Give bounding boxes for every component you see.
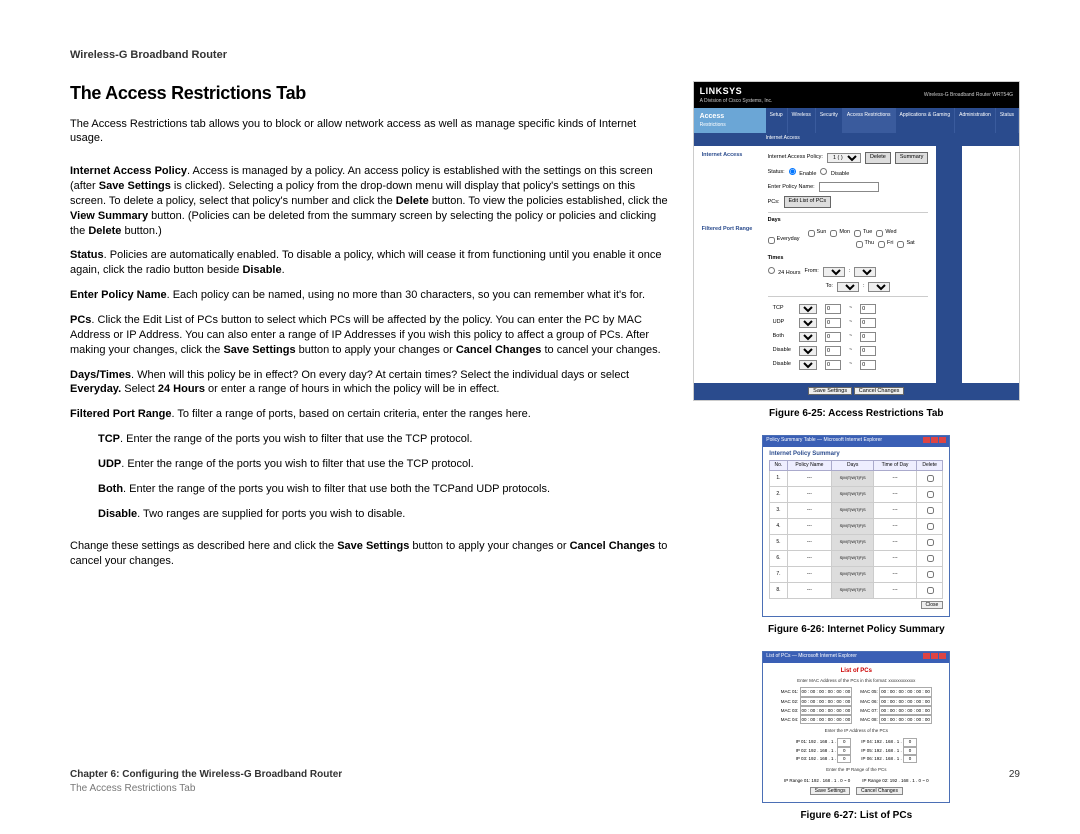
window-controls-icon[interactable] xyxy=(922,653,946,662)
day-checkbox[interactable]: Wed xyxy=(876,229,896,237)
final-paragraph: Change these settings as described here … xyxy=(70,539,669,569)
nav-tab[interactable]: Wireless xyxy=(788,108,816,133)
24hours-radio[interactable]: 24 Hours xyxy=(768,267,801,278)
close-button[interactable]: Close xyxy=(921,601,944,609)
figures-column: LINKSYS A Division of Cisco Systems, Inc… xyxy=(693,81,1020,804)
pcs-paragraph: PCs. Click the Edit List of PCs button t… xyxy=(70,313,669,358)
summary-button[interactable]: Summary xyxy=(895,152,929,164)
day-checkbox[interactable]: Thu xyxy=(856,240,874,248)
day-checkbox[interactable]: Tue xyxy=(854,229,872,237)
cancel-changes-button[interactable]: Cancel Changes xyxy=(854,387,905,395)
figure-6-26-caption: Figure 6-26: Internet Policy Summary xyxy=(693,623,1020,637)
subtab-internet-access[interactable]: Internet Access xyxy=(694,133,1019,146)
policy-name-input[interactable] xyxy=(819,182,879,192)
from-hour-select[interactable] xyxy=(823,267,845,277)
days-paragraph: Days/Times. When will this policy be in … xyxy=(70,368,669,398)
from-min-select[interactable] xyxy=(854,267,876,277)
page-number: 29 xyxy=(1009,768,1020,782)
window-controls-icon[interactable] xyxy=(922,437,946,446)
fpr-paragraph: Filtered Port Range. To filter a range o… xyxy=(70,407,669,422)
figure-6-26: Policy Summary Table — Microsoft Interne… xyxy=(762,435,950,617)
both-paragraph: Both. Enter the range of the ports you w… xyxy=(98,482,669,497)
nav-tab[interactable]: Security xyxy=(816,108,843,133)
main-text-column: The Access Restrictions Tab The Access R… xyxy=(70,81,669,804)
nav-tab[interactable]: Access Restrictions xyxy=(843,108,896,133)
figure-6-25-caption: Figure 6-25: Access Restrictions Tab xyxy=(693,407,1020,421)
tcp-paragraph: TCP. Enter the range of the ports you wi… xyxy=(98,432,669,447)
page-footer: Chapter 6: Configuring the Wireless-G Br… xyxy=(70,768,1020,796)
policy-name-paragraph: Enter Policy Name. Each policy can be na… xyxy=(70,288,669,303)
doc-header: Wireless-G Broadband Router xyxy=(70,48,1020,63)
brand-logo: LINKSYS xyxy=(700,85,773,98)
nav-tab[interactable]: Setup xyxy=(766,108,788,133)
iap-paragraph: Internet Access Policy. Access is manage… xyxy=(70,164,669,238)
nav-tab[interactable]: Applications & Gaming xyxy=(896,108,956,133)
day-checkbox[interactable]: Sun xyxy=(808,229,827,237)
status-paragraph: Status. Policies are automatically enabl… xyxy=(70,248,669,278)
nav-tab[interactable]: Administration xyxy=(955,108,996,133)
day-checkbox[interactable]: Sat xyxy=(897,240,914,248)
save-settings-button[interactable]: Save Settings xyxy=(808,387,852,395)
day-checkbox[interactable]: Fri xyxy=(878,240,893,248)
everyday-checkbox[interactable]: Everyday xyxy=(768,236,800,244)
page-title: The Access Restrictions Tab xyxy=(70,81,669,106)
disable-paragraph: Disable. Two ranges are supplied for por… xyxy=(98,507,669,522)
enable-radio[interactable]: Enable xyxy=(789,168,817,179)
figure-6-27-caption: Figure 6-27: List of PCs xyxy=(693,809,1020,823)
edit-list-pcs-button[interactable]: Edit List of PCs xyxy=(784,196,832,208)
day-checkbox[interactable]: Mon xyxy=(830,229,850,237)
intro-paragraph: The Access Restrictions tab allows you t… xyxy=(70,117,669,147)
nav-tab[interactable]: Status xyxy=(996,108,1019,133)
policy-select[interactable]: 1 ( ) xyxy=(827,153,861,163)
udp-paragraph: UDP. Enter the range of the ports you wi… xyxy=(98,457,669,472)
policy-summary-table: No.Policy NameDaysTime of DayDelete1.---… xyxy=(769,460,943,599)
disable-radio[interactable]: Disable xyxy=(820,168,849,179)
to-min-select[interactable] xyxy=(868,282,890,292)
delete-button[interactable]: Delete xyxy=(865,152,891,164)
figure-6-25: LINKSYS A Division of Cisco Systems, Inc… xyxy=(693,81,1020,400)
tab-heading: Access Restrictions xyxy=(694,108,766,133)
to-hour-select[interactable] xyxy=(837,282,859,292)
